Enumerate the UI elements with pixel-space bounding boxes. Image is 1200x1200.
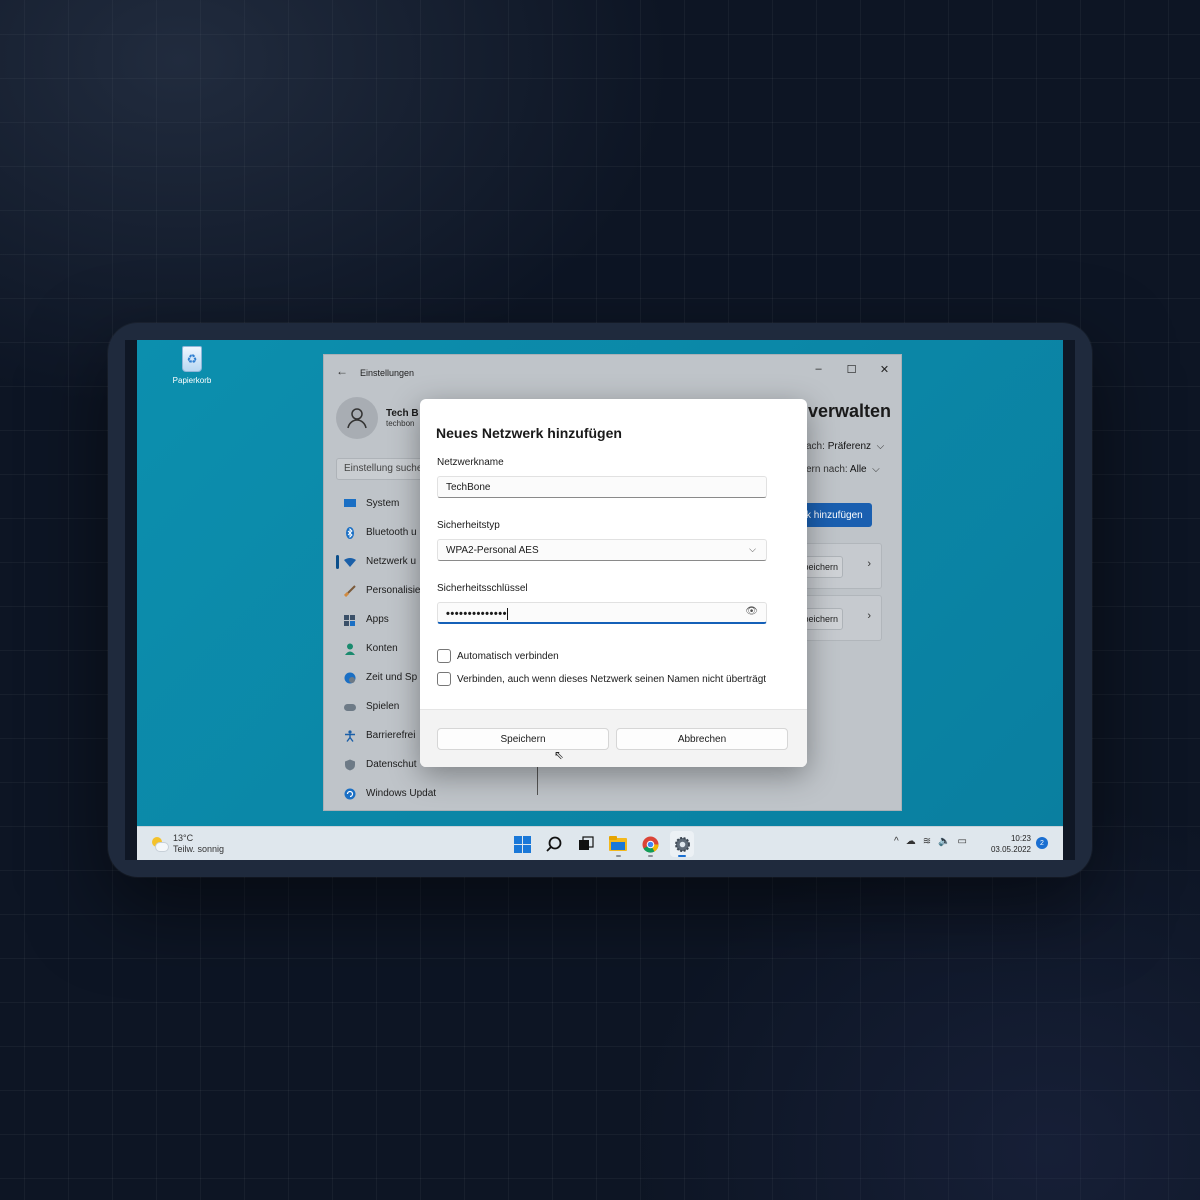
page-title: verwalten — [808, 401, 892, 421]
chevron-down-icon: ⌵ — [873, 441, 885, 452]
hidden-network-checkbox[interactable]: Verbinden, auch wenn dieses Netzwerk sei… — [437, 672, 766, 686]
chevron-up-icon[interactable]: ^ — [894, 836, 899, 847]
file-explorer-icon[interactable] — [606, 831, 630, 857]
card-save-button[interactable]: peichern — [803, 608, 843, 630]
recycle-bin-label: Papierkorb — [172, 376, 212, 385]
monitor-icon — [344, 498, 356, 510]
maximize-button[interactable]: ☐ — [835, 355, 868, 383]
bluetooth-icon — [344, 526, 356, 539]
wifi-icon[interactable]: ≋ — [923, 836, 931, 847]
cancel-button[interactable]: Abbrechen — [616, 728, 788, 750]
filter-dropdown[interactable]: ern nach: Alle ⌵ — [806, 464, 880, 475]
taskbar: 13°C Teilw. sonnig ^ ☁ ≋ 🔈 ▭ 10:23 03.05… — [137, 826, 1063, 860]
windows-start-icon[interactable] — [510, 831, 534, 857]
back-arrow-icon[interactable]: ← — [336, 364, 348, 378]
chevron-down-icon: ⌵ — [869, 464, 880, 475]
volume-icon[interactable]: 🔈 — [938, 836, 950, 847]
wifi-icon — [344, 556, 356, 568]
dialog-title: Neues Netzwerk hinzufügen — [436, 425, 622, 441]
network-name-value: TechBone — [446, 482, 491, 493]
partly-sunny-icon — [151, 836, 169, 852]
security-type-value: WPA2-Personal AES — [446, 545, 539, 556]
reveal-password-icon[interactable]: 👁 — [745, 606, 758, 617]
person-icon — [344, 643, 356, 655]
taskbar-apps — [510, 831, 694, 857]
weather-desc: Teilw. sonnig — [173, 844, 225, 854]
weather-temp: 13°C — [173, 833, 194, 843]
security-type-label: Sicherheitstyp — [437, 520, 500, 531]
profile-email: techbon — [386, 419, 415, 428]
chevron-right-icon[interactable]: › — [867, 558, 871, 570]
battery-icon[interactable]: ▭ — [958, 836, 967, 847]
network-card: peichern › — [803, 543, 882, 589]
apps-icon — [344, 614, 356, 626]
title-bar: ← Einstellungen – ☐ ✕ — [324, 355, 901, 389]
profile-name: Tech B — [386, 408, 419, 419]
network-card: peichern › — [803, 595, 882, 641]
shield-icon — [344, 759, 356, 771]
dialog-footer: Speichern Abbrechen ⇖ — [420, 709, 807, 767]
minimize-button[interactable]: – — [802, 355, 835, 383]
gamepad-icon — [344, 701, 356, 713]
security-key-field[interactable]: •••••••••••••• 👁 — [437, 602, 767, 624]
notification-badge[interactable]: 2 — [1036, 837, 1048, 849]
settings-gear-icon[interactable] — [670, 831, 694, 857]
security-type-select[interactable]: WPA2-Personal AES ⌵ — [437, 539, 767, 561]
close-button[interactable]: ✕ — [868, 355, 901, 383]
mouse-pointer-icon: ⇖ — [554, 748, 565, 762]
network-name-label: Netzwerkname — [437, 457, 504, 468]
avatar — [336, 397, 378, 439]
clock[interactable]: 10:23 03.05.2022 — [989, 833, 1031, 855]
globe-clock-icon — [344, 672, 356, 684]
chevron-down-icon: ⌵ — [749, 544, 756, 554]
update-icon — [344, 788, 356, 800]
security-key-value: •••••••••••••• — [446, 608, 507, 620]
brush-icon — [344, 584, 356, 597]
auto-connect-checkbox[interactable]: Automatisch verbinden — [437, 649, 559, 663]
screen: ♻ Papierkorb ← Einstellungen – ☐ ✕ Tech … — [125, 340, 1075, 860]
system-tray: ^ ☁ ≋ 🔈 ▭ — [894, 836, 967, 847]
recycle-bin[interactable]: ♻ Papierkorb — [167, 342, 217, 385]
text-cursor — [506, 608, 508, 621]
task-view-icon[interactable] — [574, 831, 598, 857]
window-title: Einstellungen — [360, 368, 415, 378]
checkbox-box[interactable] — [437, 672, 451, 686]
accessibility-icon — [344, 729, 356, 742]
person-icon — [347, 408, 367, 429]
recycle-bin-icon: ♻ — [179, 342, 205, 374]
add-network-dialog: Neues Netzwerk hinzufügen Netzwerkname T… — [420, 399, 807, 767]
onedrive-cloud-icon[interactable]: ☁ — [906, 836, 916, 847]
desktop: ♻ Papierkorb ← Einstellungen – ☐ ✕ Tech … — [137, 340, 1063, 826]
nav-item-windows-update[interactable]: Windows Update — [336, 779, 436, 808]
search-icon[interactable] — [542, 831, 566, 857]
save-button[interactable]: Speichern — [437, 728, 609, 750]
card-save-button[interactable]: peichern — [803, 556, 843, 578]
weather-widget[interactable]: 13°C Teilw. sonnig — [151, 833, 224, 855]
checkbox-box[interactable] — [437, 649, 451, 663]
chrome-icon[interactable] — [638, 831, 662, 857]
profile: Tech B techbon — [336, 397, 419, 439]
sort-dropdown[interactable]: ach: Präferenz ⌵ — [806, 441, 884, 452]
network-name-field[interactable]: TechBone — [437, 476, 767, 498]
add-network-button[interactable]: k hinzufügen — [802, 503, 872, 527]
chevron-right-icon[interactable]: › — [867, 610, 871, 622]
security-key-label: Sicherheitsschlüssel — [437, 583, 528, 594]
